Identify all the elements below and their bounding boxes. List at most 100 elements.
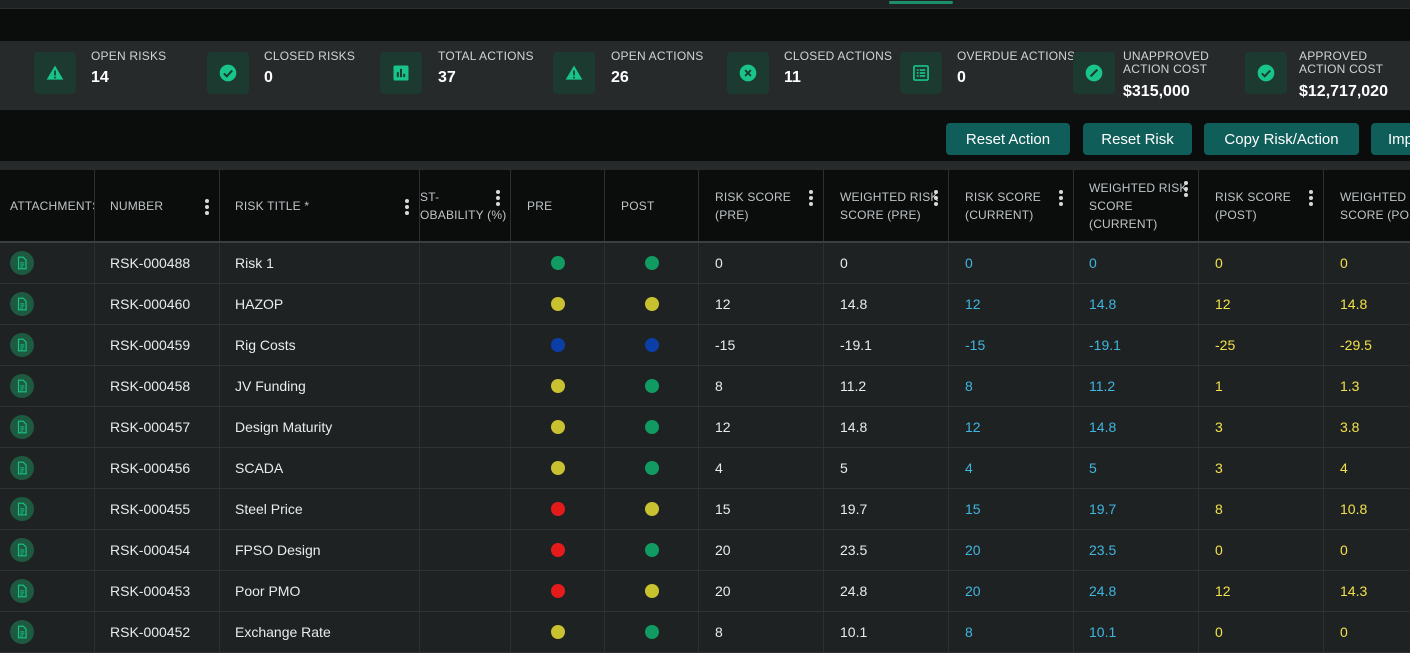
column-menu-icon[interactable]	[496, 190, 500, 208]
risk-title[interactable]: Design Maturity	[220, 407, 420, 447]
probability-cell	[420, 571, 511, 611]
weighted-risk-score-post: 1.3	[1340, 378, 1360, 394]
column-menu-icon[interactable]	[1184, 181, 1188, 199]
table-row[interactable]: RSK-000453 Poor PMO 20 24.8 20 24.8 12 1…	[0, 571, 1410, 612]
table-row[interactable]: RSK-000459 Rig Costs -15 -19.1 -15 -19.1…	[0, 325, 1410, 366]
column-header-risk-title[interactable]: RISK TITLE *	[220, 170, 420, 241]
column-menu-icon[interactable]	[934, 190, 938, 208]
risk-number[interactable]: RSK-000454	[95, 530, 220, 570]
column-header-pre[interactable]: PRE	[511, 170, 605, 241]
table-row[interactable]: RSK-000454 FPSO Design 20 23.5 20 23.5 0…	[0, 530, 1410, 571]
post-status	[605, 407, 699, 447]
warning-icon	[34, 52, 76, 94]
risk-score-current: 12	[949, 284, 1074, 324]
document-icon[interactable]	[10, 415, 34, 439]
document-icon[interactable]	[10, 497, 34, 521]
column-header-weighted-risk-score-current[interactable]: WEIGHTED RISK SCORE (CURRENT)	[1074, 170, 1199, 241]
stat-value: 26	[611, 69, 629, 86]
risk-score-pre: 20	[699, 530, 824, 570]
column-header-risk-score-post[interactable]: RISK SCORE (POST)	[1199, 170, 1324, 241]
header-band	[0, 9, 1410, 41]
risk-number[interactable]: RSK-000460	[95, 284, 220, 324]
risk-number[interactable]: RSK-000455	[95, 489, 220, 529]
weighted-risk-score-current: 5	[1074, 448, 1199, 488]
column-header-attachments[interactable]: ATTACHMENTS	[0, 170, 95, 241]
weighted-risk-score-post: 0	[1340, 542, 1348, 558]
document-icon[interactable]	[10, 538, 34, 562]
attachments-cell	[0, 407, 95, 447]
table-row[interactable]: RSK-000452 Exchange Rate 8 10.1 8 10.1 0…	[0, 612, 1410, 653]
column-menu-icon[interactable]	[1309, 190, 1313, 208]
column-header-risk-score-current[interactable]: RISK SCORE (CURRENT)	[949, 170, 1074, 241]
post-status-dot	[644, 338, 659, 352]
risk-number[interactable]: RSK-000456	[95, 448, 220, 488]
probability-cell	[420, 407, 511, 447]
column-header-post[interactable]: POST	[605, 170, 699, 241]
weighted-risk-score-current: 24.8	[1074, 571, 1199, 611]
attachments-cell	[0, 530, 95, 570]
column-header-weighted-risk-score-pre[interactable]: WEIGHTED RISK SCORE (PRE)	[824, 170, 949, 241]
reset-risk-button[interactable]: Reset Risk	[1083, 123, 1192, 155]
risk-score-post: 3	[1199, 407, 1324, 447]
column-menu-icon[interactable]	[809, 190, 813, 208]
risk-score-post: 0	[1199, 530, 1324, 570]
post-status	[605, 489, 699, 529]
column-header-weighted-risk-score-post[interactable]: WEIGHTED R SCORE (POST	[1324, 170, 1410, 241]
document-icon[interactable]	[10, 251, 34, 275]
risk-score-post: 8	[1199, 489, 1324, 529]
risk-number[interactable]: RSK-000452	[95, 612, 220, 652]
risk-score-current: 8	[949, 612, 1074, 652]
column-header-number[interactable]: NUMBER	[95, 170, 220, 241]
risk-number[interactable]: RSK-000459	[95, 325, 220, 365]
risk-title[interactable]: Steel Price	[220, 489, 420, 529]
pre-status-dot	[550, 625, 565, 639]
copy-risk-action-button[interactable]: Copy Risk/Action	[1204, 123, 1359, 155]
risk-score-current: 20	[949, 571, 1074, 611]
risk-title[interactable]: FPSO Design	[220, 530, 420, 570]
divider	[0, 161, 1410, 170]
risk-number[interactable]: RSK-000453	[95, 571, 220, 611]
column-menu-icon[interactable]	[205, 199, 209, 217]
document-icon[interactable]	[10, 374, 34, 398]
risk-title[interactable]: HAZOP	[220, 284, 420, 324]
document-icon[interactable]	[10, 579, 34, 603]
document-icon[interactable]	[10, 456, 34, 480]
stat-open-risks: OPEN RISKS 14	[0, 41, 173, 110]
risk-number[interactable]: RSK-000458	[95, 366, 220, 406]
column-label-line: RISK SCORE	[715, 189, 792, 204]
table-row[interactable]: RSK-000457 Design Maturity 12 14.8 12 14…	[0, 407, 1410, 448]
attachments-cell	[0, 366, 95, 406]
pre-status	[511, 284, 605, 324]
column-label-line: WEIGHTED RISK	[1089, 180, 1188, 195]
table-row[interactable]: RSK-000488 Risk 1 0 0 0 0 0 0	[0, 243, 1410, 284]
reset-action-button[interactable]: Reset Action	[946, 123, 1070, 155]
document-icon[interactable]	[10, 292, 34, 316]
risk-number[interactable]: RSK-000488	[95, 243, 220, 283]
column-header-risk-score-pre[interactable]: RISK SCORE (PRE)	[699, 170, 824, 241]
import-button[interactable]: Imp	[1371, 123, 1410, 155]
top-tab-bar	[0, 0, 1410, 9]
table-row[interactable]: RSK-000460 HAZOP 12 14.8 12 14.8 12 14.8	[0, 284, 1410, 325]
document-icon[interactable]	[10, 620, 34, 644]
column-label-line: RISK SCORE	[965, 189, 1042, 204]
table-row[interactable]: RSK-000455 Steel Price 15 19.7 15 19.7 8…	[0, 489, 1410, 530]
table-row[interactable]: RSK-000458 JV Funding 8 11.2 8 11.2 1 1.…	[0, 366, 1410, 407]
weighted-risk-score-current: 14.8	[1074, 407, 1199, 447]
stat-value: $12,717,020	[1299, 83, 1388, 100]
risk-title[interactable]: Exchange Rate	[220, 612, 420, 652]
document-icon[interactable]	[10, 333, 34, 357]
weighted-risk-score-post: 4	[1340, 460, 1348, 476]
risk-score-current: 20	[949, 530, 1074, 570]
column-menu-icon[interactable]	[405, 199, 409, 217]
risk-title[interactable]: Poor PMO	[220, 571, 420, 611]
risk-title[interactable]: JV Funding	[220, 366, 420, 406]
risk-title[interactable]: Risk 1	[220, 243, 420, 283]
risk-title[interactable]: Rig Costs	[220, 325, 420, 365]
column-menu-icon[interactable]	[1059, 190, 1063, 208]
column-header-probability[interactable]: ST- OBABILITY (%)	[420, 170, 511, 241]
stat-label: APPROVED ACTION COST	[1299, 49, 1384, 76]
table-row[interactable]: RSK-000456 SCADA 4 5 4 5 3 4	[0, 448, 1410, 489]
risk-title[interactable]: SCADA	[220, 448, 420, 488]
risk-score-post: 0	[1199, 612, 1324, 652]
risk-number[interactable]: RSK-000457	[95, 407, 220, 447]
